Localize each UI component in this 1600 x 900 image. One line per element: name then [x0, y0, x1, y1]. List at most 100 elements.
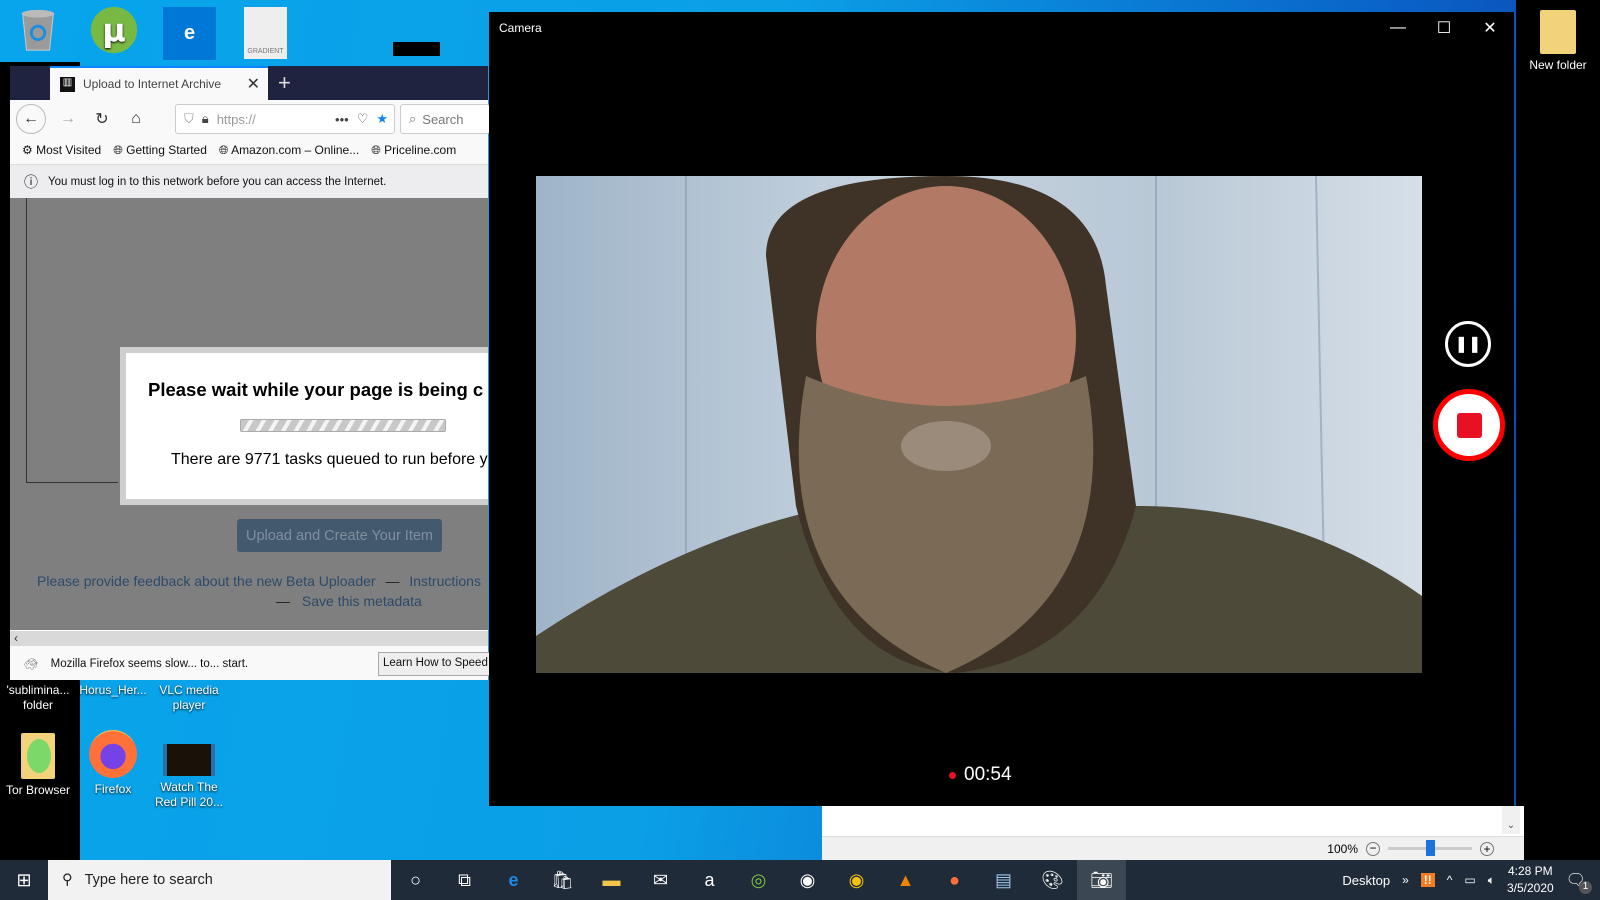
firefox-window: ▥ Upload to Internet Archive ✕ + ← → ↻ ⌂…: [10, 66, 498, 680]
show-hidden-icons[interactable]: ^: [1447, 873, 1453, 887]
desktop-icon-new-folder[interactable]: New folder: [1518, 10, 1598, 73]
background-window: ⌄ 100% − +: [822, 806, 1524, 860]
desktop-thumbnail[interactable]: [393, 42, 440, 56]
utorrent-icon: µ: [90, 6, 138, 54]
camera-taskbar-icon[interactable]: 📷︎: [1077, 860, 1126, 900]
stop-icon: [1456, 412, 1482, 438]
reload-icon[interactable]: ↻: [90, 109, 114, 129]
bookmark-getting-started[interactable]: 🌐︎ Getting Started: [113, 143, 207, 158]
instructions-link[interactable]: Instructions: [409, 573, 481, 589]
search-input[interactable]: ⌕ Search: [400, 104, 490, 134]
close-button[interactable]: ✕: [1467, 12, 1513, 44]
zoom-in-icon[interactable]: +: [1480, 841, 1494, 856]
video-file-icon: [163, 744, 215, 776]
wait-dialog: Please wait while your page is being c T…: [120, 347, 488, 505]
learn-how-to-speed-button[interactable]: Learn How to Speed: [378, 652, 498, 676]
recording-timer: 00:54: [949, 764, 1012, 786]
save-metadata-link[interactable]: Save this metadata: [302, 593, 422, 609]
windows-icon: ⊞: [16, 869, 32, 890]
action-center-icon[interactable]: 🗨︎ 1: [1566, 870, 1592, 894]
minimize-button[interactable]: —: [1375, 12, 1421, 44]
desktop-icon-firefox[interactable]: Firefox: [75, 730, 151, 797]
page-panel: [26, 198, 118, 483]
store-icon[interactable]: 🛍︎: [538, 860, 587, 900]
new-tab-icon[interactable]: +: [278, 70, 291, 96]
desktop-toolbar[interactable]: Desktop: [1342, 873, 1390, 888]
feedback-link[interactable]: Please provide feedback about the new Be…: [37, 573, 376, 589]
nav-toolbar: ← → ↻ ⌂ ⛉ 🔒︎ https:// ••• ♡ ★ ⌕ Search: [10, 100, 490, 138]
url-bar[interactable]: ⛉ 🔒︎ https:// ••• ♡ ★: [175, 104, 395, 134]
turtle-icon: 🐢︎: [24, 659, 39, 671]
bookmark-most-visited[interactable]: ⚙ Most Visited: [22, 143, 101, 157]
lock-icon: 🔒︎: [201, 111, 209, 126]
tab-upload-internet-archive[interactable]: ▥ Upload to Internet Archive ✕: [50, 66, 268, 100]
tripadvisor-icon[interactable]: ◎: [734, 860, 783, 900]
desktop-icon-subliminal-folder[interactable]: 'sublimina... folder: [0, 683, 76, 713]
alert-app-icon[interactable]: !!: [1420, 873, 1435, 887]
shield-icon[interactable]: ⛉: [184, 111, 194, 127]
recycle-bin-icon: [21, 9, 55, 51]
mail-icon[interactable]: ✉: [636, 860, 685, 900]
internet-archive-icon: ▥: [60, 76, 75, 92]
camera-window: Camera — ☐ ✕ ❚❚ 00:54: [489, 12, 1514, 806]
pocket-icon[interactable]: ♡: [357, 111, 369, 127]
task-view-icon[interactable]: ⧉: [440, 860, 489, 900]
close-tab-icon[interactable]: ✕: [247, 74, 268, 94]
document-app-icon[interactable]: ▤: [979, 860, 1028, 900]
vlc-icon[interactable]: ▲: [881, 860, 930, 900]
webcam-app-icon[interactable]: ◉: [783, 860, 832, 900]
notification-count: 1: [1579, 881, 1592, 894]
color-app-icon[interactable]: ◉: [832, 860, 881, 900]
home-icon[interactable]: ⌂: [124, 110, 148, 128]
svg-text:µ: µ: [102, 12, 126, 50]
separator: —: [276, 593, 290, 609]
page-actions-icon[interactable]: •••: [335, 112, 349, 127]
recording-dot-icon: [949, 771, 956, 779]
firefox-icon: [89, 730, 137, 778]
progress-bar: [240, 419, 446, 432]
pause-button[interactable]: ❚❚: [1445, 321, 1491, 367]
desktop-icon-recycle-bin[interactable]: [0, 6, 76, 62]
scroll-down-icon[interactable]: ⌄: [1502, 806, 1520, 834]
bookmark-star-icon[interactable]: ★: [376, 111, 394, 127]
system-tray: Desktop » !! ^ ▭ 🔈︎ 4:28 PM 3/5/2020 🗨︎ 1: [1342, 860, 1600, 900]
clock[interactable]: 4:28 PM 3/5/2020: [1507, 863, 1554, 897]
bookmark-amazon[interactable]: 🌐︎ Amazon.com – Online...: [219, 143, 359, 158]
back-icon[interactable]: ←: [16, 104, 46, 134]
zoom-bar: 100% − +: [822, 836, 1524, 860]
forward-icon[interactable]: →: [56, 110, 80, 128]
toolbar-expand-icon[interactable]: »: [1402, 873, 1409, 887]
volume-icon[interactable]: 🔈︎: [1488, 873, 1495, 888]
search-icon: ⌕: [409, 111, 417, 126]
horizontal-scrollbar[interactable]: ‹: [10, 630, 488, 646]
battery-icon[interactable]: ▭: [1464, 873, 1475, 887]
separator: —: [385, 573, 400, 589]
camera-feed-image: [536, 176, 1422, 673]
zoom-slider[interactable]: [1388, 840, 1472, 856]
desktop-dark-region: [1516, 0, 1600, 860]
desktop-icon-tor-browser[interactable]: Tor Browser: [0, 733, 76, 798]
file-explorer-icon[interactable]: ▬: [587, 860, 636, 900]
bookmark-priceline[interactable]: 🌐︎ Priceline.com: [371, 143, 456, 158]
firefox-taskbar-icon[interactable]: ●: [930, 860, 979, 900]
desktop-icon-horus[interactable]: Horus_Her...: [75, 683, 151, 698]
help-icon: ⓘ: [24, 173, 38, 190]
captive-portal-notification: ⓘ You must log in to this network before…: [10, 164, 488, 198]
paint-icon[interactable]: 🎨︎: [1028, 860, 1077, 900]
stop-recording-button[interactable]: [1433, 389, 1505, 461]
edge-taskbar-icon[interactable]: e: [489, 860, 538, 900]
zoom-level: 100%: [1327, 841, 1358, 856]
desktop-icon-edge[interactable]: e: [163, 7, 216, 60]
desktop-icon-utorrent[interactable]: µ: [76, 6, 152, 62]
taskbar-search[interactable]: ⚲ Type here to search: [48, 860, 391, 900]
amazon-icon[interactable]: a: [685, 860, 734, 900]
desktop-icon-gradient[interactable]: GRADIENT: [244, 7, 287, 59]
maximize-button[interactable]: ☐: [1421, 12, 1467, 44]
slow-startup-notification: 🐢︎ Mozilla Firefox seems slow... to... s…: [10, 648, 498, 680]
cortana-icon[interactable]: ○: [391, 860, 440, 900]
zoom-out-icon[interactable]: −: [1366, 841, 1380, 856]
desktop-icon-vlc[interactable]: VLC media player: [151, 683, 227, 713]
desktop-icon-red-pill-video[interactable]: Watch The Red Pill 20...: [151, 744, 227, 810]
start-button[interactable]: ⊞: [0, 860, 48, 900]
upload-create-item-button[interactable]: Upload and Create Your Item: [237, 519, 442, 552]
